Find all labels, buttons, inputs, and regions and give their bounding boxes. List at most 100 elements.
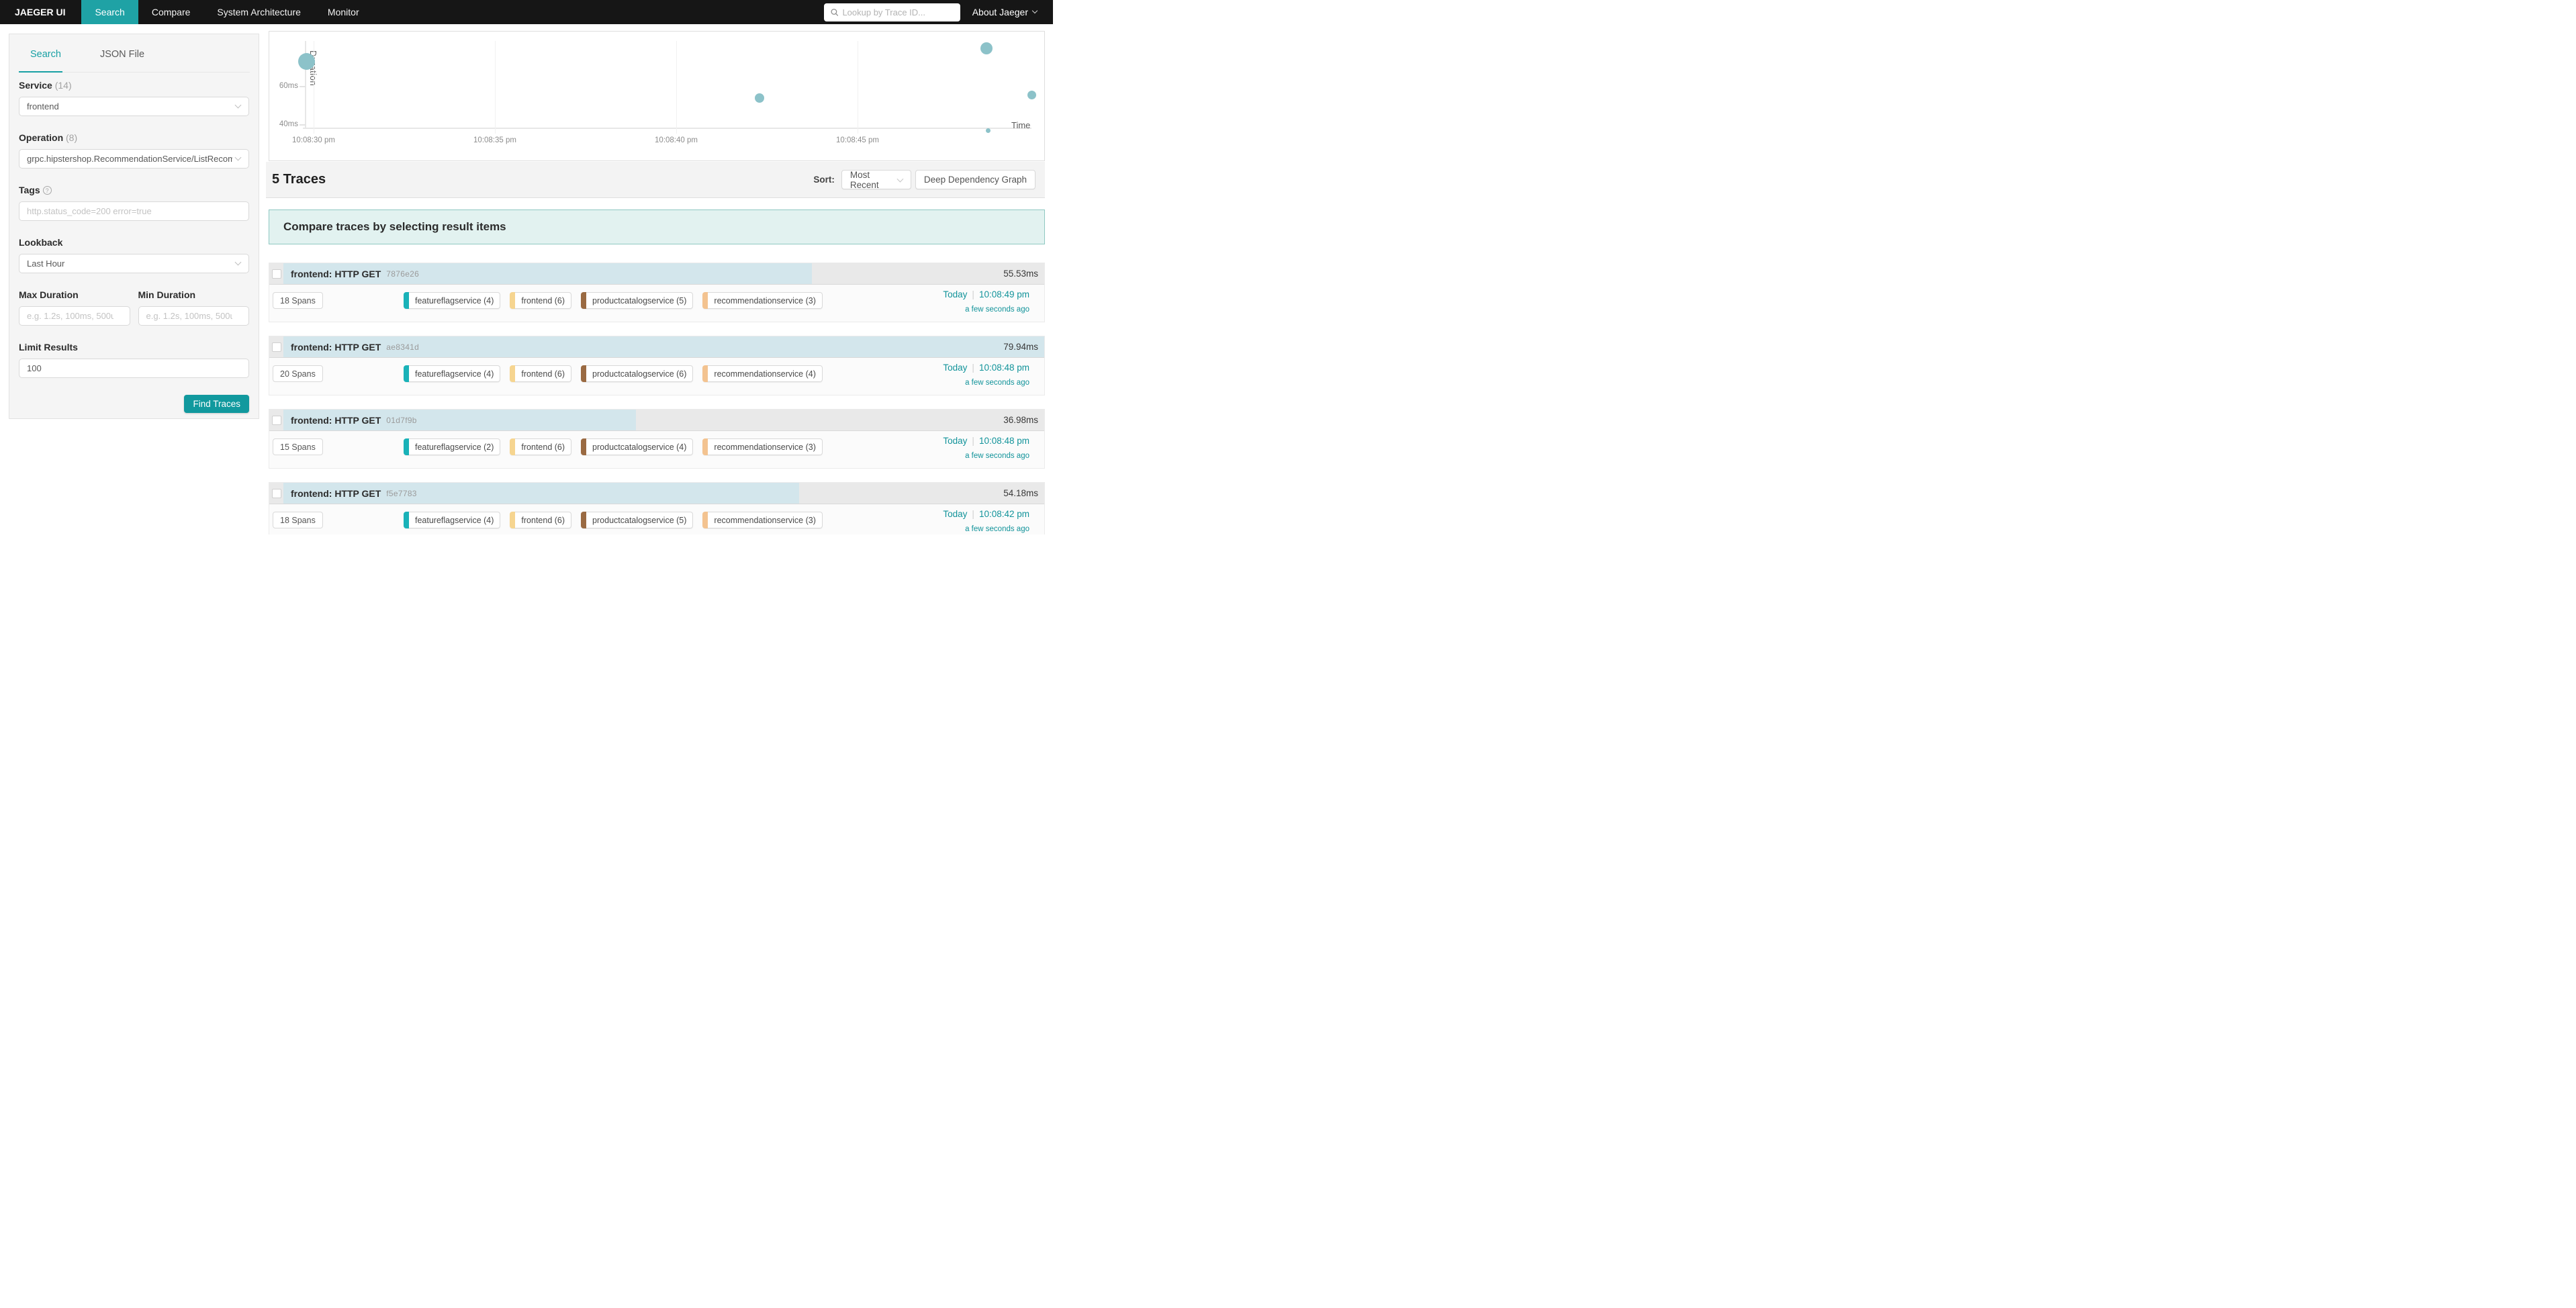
service-tag: featureflagservice (4) (404, 292, 500, 309)
duration-bar-zone: frontend: HTTP GET 01d7f9b 36.98ms (283, 410, 1044, 430)
min-duration-label: Min Duration (138, 289, 250, 300)
tags-input[interactable] (27, 206, 232, 216)
trace-time-link[interactable]: 10:08:42 pm (979, 509, 1029, 519)
trace-timestamp: Today|10:08:48 pm (943, 363, 1029, 373)
trace-day-link[interactable]: Today (943, 363, 967, 373)
service-color-strip (510, 438, 515, 455)
service-tag: featureflagservice (4) (404, 365, 500, 382)
top-navbar: JAEGER UI Search Compare System Architec… (0, 0, 1053, 24)
sort-select[interactable]: Most Recent (841, 170, 911, 189)
trace-result-item[interactable]: frontend: HTTP GET ae8341d 79.94ms 20 Sp… (269, 336, 1045, 395)
trace-scatter-dot[interactable] (298, 53, 315, 70)
trace-scatter-dot[interactable] (1027, 91, 1036, 99)
about-jaeger-menu[interactable]: About Jaeger (972, 7, 1037, 17)
trace-time-link[interactable]: 10:08:48 pm (979, 363, 1029, 373)
lookback-label: Lookback (19, 237, 249, 248)
service-color-strip (702, 292, 708, 309)
service-tag: productcatalogservice (5) (581, 512, 693, 528)
y-tick-mark (300, 86, 306, 87)
limit-results-input[interactable] (27, 363, 232, 373)
trace-scatter-dot[interactable] (755, 93, 764, 103)
limit-results-label: Limit Results (19, 342, 249, 353)
service-tag: frontend (6) (510, 365, 571, 382)
trace-id-search-box[interactable] (824, 3, 960, 21)
tab-search[interactable]: Search (19, 49, 73, 69)
nav-tab-compare[interactable]: Compare (138, 0, 204, 24)
service-color-strip (702, 438, 708, 455)
service-color-strip (702, 365, 708, 382)
help-icon[interactable]: ? (43, 186, 52, 195)
trace-select-checkbox[interactable] (272, 489, 281, 498)
trace-time-link[interactable]: 10:08:48 pm (979, 436, 1029, 446)
trace-day-link[interactable]: Today (943, 289, 967, 299)
trace-time-link[interactable]: 10:08:49 pm (979, 289, 1029, 299)
trace-result-item[interactable]: frontend: HTTP GET 7876e26 55.53ms 18 Sp… (269, 263, 1045, 322)
duration-bar-zone: frontend: HTTP GET 7876e26 55.53ms (283, 263, 1044, 284)
trace-day-link[interactable]: Today (943, 509, 967, 519)
trace-count: 5 Traces (272, 172, 326, 187)
service-select[interactable]: frontend (19, 97, 249, 116)
service-tag-list: featureflagservice (4) frontend (6) prod… (404, 365, 823, 382)
max-duration-input[interactable] (27, 311, 113, 321)
service-color-strip (404, 292, 409, 309)
service-color-strip (404, 512, 409, 528)
service-color-strip (404, 365, 409, 382)
y-tick-label: 40ms (271, 120, 298, 128)
tags-field[interactable] (19, 201, 249, 221)
service-tag-list: featureflagservice (4) frontend (6) prod… (404, 512, 823, 528)
trace-id: f5e7783 (386, 489, 416, 498)
chevron-down-icon (235, 102, 242, 109)
trace-timestamp: Today|10:08:49 pm (943, 289, 1029, 299)
service-tag: productcatalogservice (4) (581, 438, 693, 455)
trace-item-body: 18 Spans featureflagservice (4) frontend… (269, 285, 1044, 322)
x-axis-title: Time (1011, 120, 1030, 130)
trace-title: frontend: HTTP GET (291, 269, 381, 279)
service-color-strip (702, 512, 708, 528)
search-sidebar: Search JSON File Service (14) frontend O… (9, 34, 259, 419)
trace-id-search-input[interactable] (842, 7, 953, 17)
nav-tab-monitor[interactable]: Monitor (314, 0, 373, 24)
max-duration-label: Max Duration (19, 289, 130, 300)
service-tag: recommendationservice (3) (702, 292, 822, 309)
trace-result-item[interactable]: frontend: HTTP GET 01d7f9b 36.98ms 15 Sp… (269, 409, 1045, 469)
max-duration-field[interactable] (19, 306, 130, 326)
trace-day-link[interactable]: Today (943, 436, 967, 446)
min-duration-input[interactable] (146, 311, 233, 321)
service-color-strip (581, 438, 586, 455)
x-tick-label: 10:08:45 pm (827, 136, 888, 144)
nav-tab-search[interactable]: Search (81, 0, 138, 24)
sort-label: Sort: (813, 175, 835, 185)
trace-item-header: frontend: HTTP GET 01d7f9b 36.98ms (269, 410, 1044, 431)
x-tick-label: 10:08:40 pm (646, 136, 706, 144)
limit-results-field[interactable] (19, 359, 249, 378)
trace-result-item[interactable]: frontend: HTTP GET f5e7783 54.18ms 18 Sp… (269, 482, 1045, 534)
find-traces-button[interactable]: Find Traces (184, 395, 249, 413)
trace-item-body: 18 Spans featureflagservice (4) frontend… (269, 504, 1044, 534)
service-tag: productcatalogservice (6) (581, 365, 693, 382)
trace-scatter-dot[interactable] (986, 128, 991, 133)
deep-dependency-graph-button[interactable]: Deep Dependency Graph (915, 170, 1036, 189)
duration-bar-zone: frontend: HTTP GET ae8341d 79.94ms (283, 336, 1044, 357)
trace-scatter-chart: Duration Time 10:08:30 pm10:08:35 pm10:0… (269, 31, 1045, 161)
service-tag-list: featureflagservice (4) frontend (6) prod… (404, 292, 823, 309)
trace-timestamp: Today|10:08:48 pm (943, 436, 1029, 446)
min-duration-field[interactable] (138, 306, 250, 326)
tags-label: Tags? (19, 185, 249, 195)
span-count-chip: 18 Spans (273, 292, 323, 309)
trace-select-checkbox[interactable] (272, 416, 281, 425)
operation-select[interactable]: grpc.hipstershop.RecommendationService/L… (19, 149, 249, 169)
trace-scatter-dot[interactable] (980, 42, 993, 54)
service-tag: frontend (6) (510, 438, 571, 455)
trace-select-checkbox[interactable] (272, 342, 281, 352)
y-tick-label: 60ms (271, 82, 298, 90)
trace-select-checkbox[interactable] (272, 269, 281, 279)
lookback-select[interactable]: Last Hour (19, 254, 249, 273)
results-header-controls: Sort: Most Recent Deep Dependency Graph (813, 170, 1036, 189)
nav-tab-system-architecture[interactable]: System Architecture (203, 0, 314, 24)
service-color-strip (404, 438, 409, 455)
trace-duration: 55.53ms (1003, 269, 1044, 279)
trace-item-header: frontend: HTTP GET 7876e26 55.53ms (269, 263, 1044, 285)
tab-json-file[interactable]: JSON File (89, 49, 156, 69)
trace-duration: 36.98ms (1003, 415, 1044, 425)
trace-title: frontend: HTTP GET (291, 415, 381, 426)
